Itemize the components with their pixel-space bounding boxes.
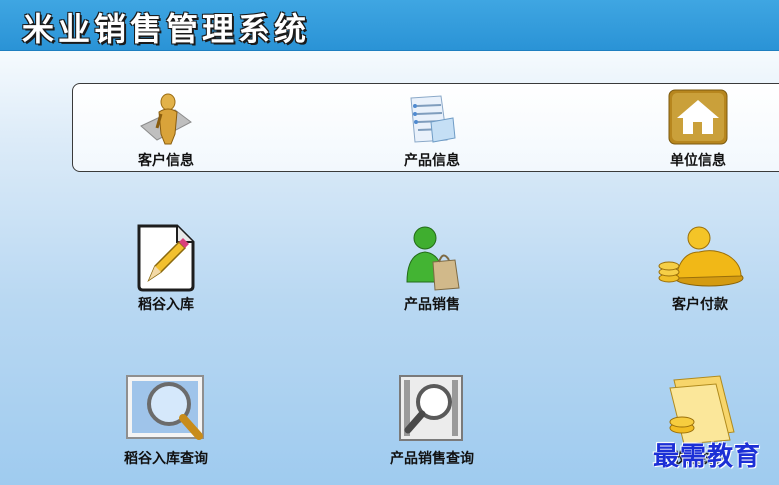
menu-product-sales-query-label: 产品销售查询 — [390, 451, 474, 467]
menu-customer-info[interactable]: 客户信息 — [86, 88, 246, 170]
menu-customer-payment-label: 客户付款 — [672, 297, 728, 313]
menu-product-info-label: 产品信息 — [404, 153, 460, 169]
document-list-icon — [410, 95, 456, 143]
home-icon — [668, 89, 728, 145]
film-search-icon — [399, 375, 463, 441]
app-title: 米业销售管理系统 — [22, 10, 311, 48]
menu-paddy-warehousing-query-label: 稻谷入库查询 — [124, 451, 208, 467]
folder-coins-icon — [669, 375, 735, 445]
menu-customer-info-label: 客户信息 — [138, 153, 194, 169]
menu-paddy-warehousing[interactable]: 稻谷入库 — [86, 222, 246, 314]
menu-product-info[interactable]: 产品信息 — [352, 88, 512, 170]
menu-customer-payment[interactable]: 客户付款 — [620, 222, 779, 314]
menu-unit-info-label: 单位信息 — [670, 153, 726, 169]
shopper-icon — [406, 226, 460, 291]
menu-product-sales-query[interactable]: 产品销售查询 — [352, 372, 512, 468]
menu-paddy-warehousing-label: 稻谷入库 — [138, 297, 194, 313]
pencil-icon — [137, 224, 195, 292]
title-bar: 米业销售管理系统 — [0, 0, 779, 51]
coins-icon — [658, 226, 744, 287]
image-search-icon — [126, 375, 204, 440]
watermark-logo: 最需教育 — [653, 442, 762, 472]
person-icon — [140, 93, 192, 145]
menu-unit-info[interactable]: 单位信息 — [618, 88, 778, 170]
menu-product-sales-label: 产品销售 — [404, 297, 460, 313]
menu-product-sales[interactable]: 产品销售 — [352, 222, 512, 314]
menu-paddy-warehousing-query[interactable]: 稻谷入库查询 — [86, 372, 246, 468]
